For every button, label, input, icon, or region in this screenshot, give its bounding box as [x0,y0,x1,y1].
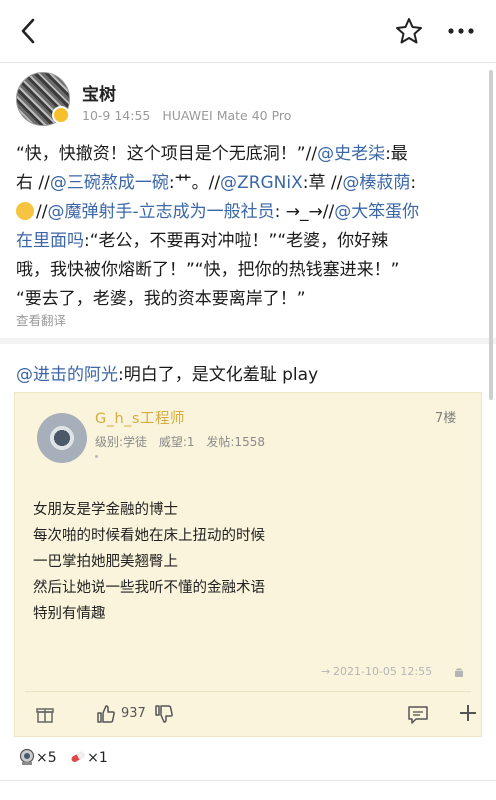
top-nav [0,0,496,62]
verified-badge-icon [52,106,70,124]
posts-label: 发帖:1558 [206,435,265,449]
reply-body: :明白了，是文化羞耻 play [118,365,319,385]
decoration-dot [95,455,98,458]
card-user-stats: 级别:学徒 威望:1 发帖:1558 [95,433,273,450]
card-content: 女朋友是学金融的博士 每次啪的时候看她在床上扭动的时候 一巴掌拍她肥美翘臀上 然… [33,497,265,627]
post-text: “要去了，老婆，我的资本要离岸了！” [16,289,306,309]
mention-link[interactable]: @楱菽荫 [342,173,410,193]
username[interactable]: 宝树 [82,80,116,105]
prestige-label: 威望:1 [158,435,195,449]
pill-icon [71,750,86,762]
scrollbar[interactable] [489,70,493,400]
card-divider [25,691,471,692]
diver-helmet-icon [19,748,35,765]
comment-icon[interactable] [407,705,429,725]
mention-link[interactable]: 在里面吗 [16,231,84,251]
post-text: :草 // [302,173,343,193]
post-text: 哦，我快被你熔断了！”“快，把你的热钱塞进来！” [16,260,400,280]
mention-link[interactable]: @史老柒 [317,144,385,164]
post-date: 10-9 14:55 [82,108,151,123]
plus-icon[interactable] [457,702,479,724]
post-text: “快，快撤资！这个项目是个无底洞！”// [16,144,318,164]
thumb-down-icon[interactable] [153,703,175,725]
nav-divider [0,62,496,63]
more-dots-icon[interactable] [444,16,478,46]
chevron-left-icon[interactable] [14,16,44,46]
post-text: :艹。// [168,173,221,193]
card-line: 特别有情趣 [33,606,106,622]
post-body: “快，快撤资！这个项目是个无底洞！”//@史老柒:最 右 //@三碗熬成一碗:艹… [16,140,486,314]
post-text: :“老公，不要再对冲啦！”“老婆，你好辣 [84,231,389,251]
star-outline-icon[interactable] [394,16,424,46]
bottom-divider [0,780,496,781]
card-line: 然后让她说一些我听不懂的金融术语 [33,580,265,596]
arrow-icon: → [321,665,331,678]
embedded-image[interactable]: G_h_s工程师 7楼 级别:学徒 威望:1 发帖:1558 女朋友是学金融的博… [14,392,482,737]
post-device: HUAWEI Mate 40 Pro [162,108,292,123]
gift-icon[interactable] [35,704,55,724]
diver-count: ×5 [36,750,57,766]
section-separator [0,338,496,344]
floor-number: 7楼 [435,411,457,426]
card-timestamp: 2021-10-05 12:55 [333,665,433,678]
translate-link[interactable]: 查看翻译 [16,310,66,329]
like-count: 937 [121,706,146,721]
card-line: 一巴掌拍她肥美翘臀上 [33,554,178,570]
post-text: 右 // [16,173,50,193]
pill-count: ×1 [87,750,108,766]
post-text: :最 [385,144,408,164]
level-label: 级别:学徒 [95,435,148,449]
reply-text: @进击的阿光:明白了，是文化羞耻 play [16,360,318,385]
mention-link[interactable]: @大笨蛋你 [334,202,419,222]
card-line: 女朋友是学金融的博士 [33,502,178,518]
diver-helmet-avatar-icon [37,413,87,463]
card-line: 每次啪的时候看她在床上扭动的时候 [33,528,265,544]
post-meta: 10-9 14:55 HUAWEI Mate 40 Pro [82,108,299,123]
android-icon [455,668,463,677]
card-username: G_h_s工程师 [95,411,185,427]
mention-link[interactable]: @ZRGNiX [220,173,303,193]
reward-badges: ×5 ×1 [18,748,108,766]
thumb-up-icon[interactable] [95,703,117,725]
post-text: : [410,173,417,193]
post-text: : →_→// [274,202,335,222]
mention-link[interactable]: @三碗熬成一碗 [50,173,169,193]
post-text: // [36,202,48,222]
mention-link[interactable]: @魔弹射手-立志成为一般社员 [47,202,274,222]
mention-link[interactable]: @进击的阿光 [16,365,118,385]
laugh-cry-emoji-icon [16,202,34,220]
